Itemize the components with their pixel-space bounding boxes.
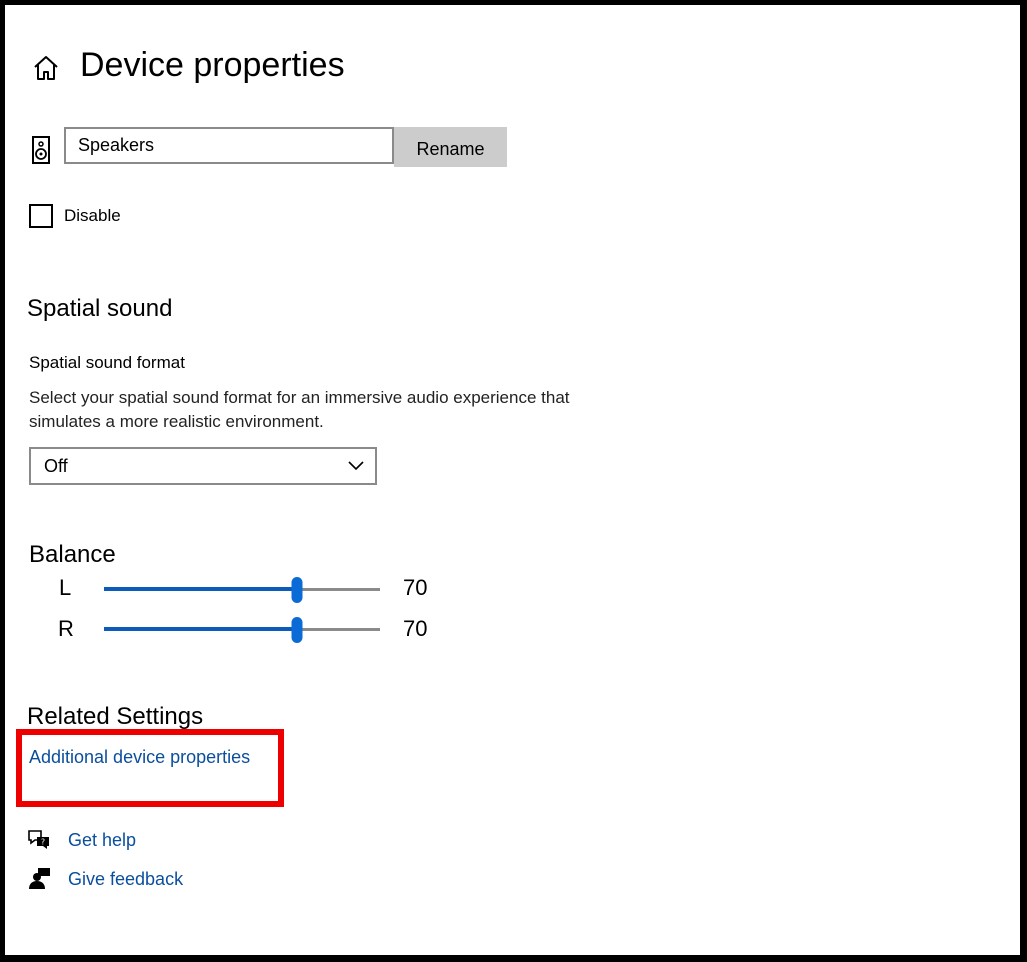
balance-left-value: 70	[403, 575, 428, 600]
balance-right-label: R	[58, 616, 74, 641]
related-settings-heading: Related Settings	[27, 703, 204, 730]
speaker-icon	[32, 136, 50, 164]
disable-label: Disable	[64, 206, 121, 225]
settings-window: Device properties Rename Disable Spatial…	[5, 5, 1020, 955]
device-name-input[interactable]	[64, 127, 394, 164]
balance-left-slider[interactable]	[104, 577, 380, 603]
spatial-format-description: Select your spatial sound format for an …	[29, 388, 570, 431]
disable-checkbox[interactable]	[29, 204, 53, 228]
highlight-box	[16, 729, 284, 807]
chat-help-icon: ?	[28, 830, 49, 849]
svg-text:?: ?	[41, 838, 45, 847]
spatial-format-label: Spatial sound format	[29, 353, 185, 372]
rename-button[interactable]: Rename	[394, 127, 507, 167]
home-icon[interactable]	[31, 53, 61, 83]
slider-thumb[interactable]	[291, 617, 303, 643]
chevron-down-icon	[348, 461, 364, 471]
spatial-format-selected: Off	[44, 455, 68, 476]
page-title: Device properties	[80, 46, 345, 84]
spatial-format-dropdown[interactable]: Off	[29, 447, 377, 485]
get-help-link[interactable]: Get help	[68, 830, 136, 851]
balance-heading: Balance	[29, 541, 116, 568]
balance-right-value: 70	[403, 616, 428, 641]
slider-thumb[interactable]	[291, 577, 303, 603]
balance-left-label: L	[59, 575, 72, 600]
slider-fill	[104, 587, 298, 591]
give-feedback-link[interactable]: Give feedback	[68, 869, 183, 890]
slider-fill	[104, 627, 298, 631]
balance-right-slider[interactable]	[104, 617, 380, 643]
spatial-sound-heading: Spatial sound	[27, 295, 173, 322]
feedback-person-icon	[29, 868, 50, 889]
